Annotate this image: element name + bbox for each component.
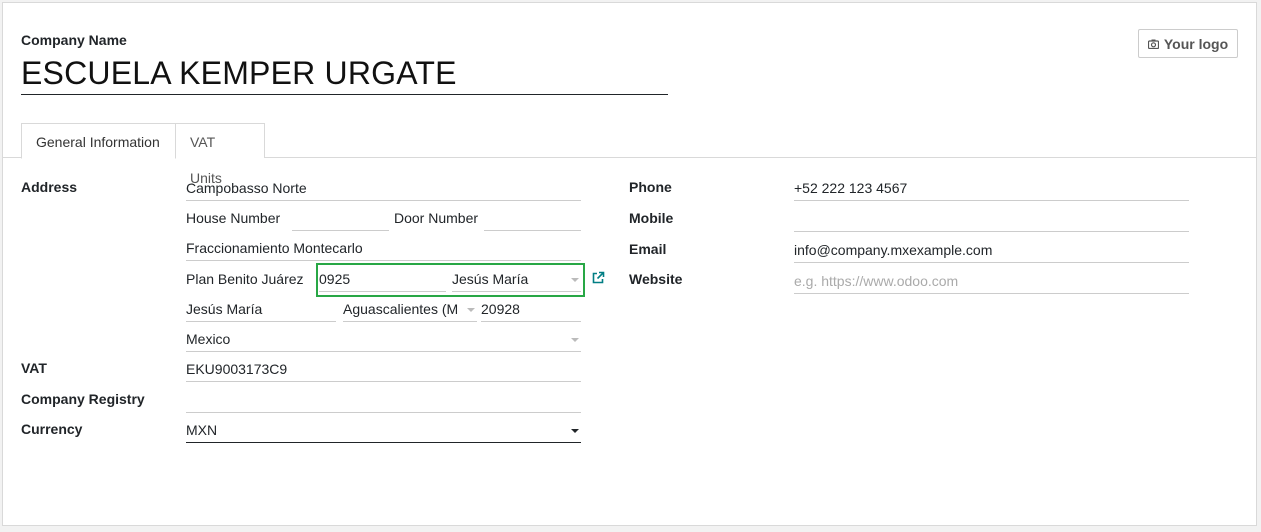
mobile-field[interactable] bbox=[794, 208, 1189, 232]
house-number-field[interactable] bbox=[292, 207, 389, 231]
country-select[interactable]: Mexico bbox=[186, 328, 581, 352]
zip-field[interactable]: 20928 bbox=[481, 298, 581, 322]
company-registry-label: Company Registry bbox=[21, 391, 145, 407]
company-form-sheet: Company Name ESCUELA KEMPER URGATE Your … bbox=[2, 2, 1257, 526]
company-name-input[interactable]: ESCUELA KEMPER URGATE bbox=[21, 52, 668, 95]
chevron-down-icon bbox=[571, 429, 579, 433]
email-label: Email bbox=[629, 241, 667, 257]
tab-vat-units[interactable]: VAT Units bbox=[175, 123, 265, 186]
highlight-box bbox=[316, 263, 585, 297]
state-select[interactable]: Aguascalientes (M bbox=[343, 298, 477, 322]
currency-value: MXN bbox=[186, 422, 218, 438]
vat-field[interactable]: EKU9003173C9 bbox=[186, 358, 581, 382]
state-value: Aguascalientes (M bbox=[343, 301, 459, 317]
address-label: Address bbox=[21, 179, 78, 195]
company-registry-field[interactable] bbox=[186, 389, 581, 413]
currency-select[interactable]: MXN bbox=[186, 419, 581, 443]
colony-field[interactable]: Plan Benito Juárez bbox=[186, 268, 311, 292]
email-field[interactable]: info@company.mxexample.com bbox=[794, 239, 1189, 263]
tab-general-information[interactable]: General Information bbox=[21, 123, 176, 159]
logo-button-label: Your logo bbox=[1163, 35, 1229, 52]
company-name-label: Company Name bbox=[21, 32, 127, 48]
street-field[interactable]: Campobasso Norte bbox=[186, 177, 581, 201]
mobile-label: Mobile bbox=[629, 210, 674, 226]
door-number-label: Door Number bbox=[394, 210, 479, 226]
camera-icon bbox=[1147, 36, 1159, 52]
logo-upload-button[interactable]: Your logo bbox=[1138, 29, 1238, 58]
external-link-icon[interactable] bbox=[591, 271, 605, 285]
door-number-field[interactable] bbox=[484, 207, 581, 231]
website-label: Website bbox=[629, 271, 683, 287]
street2-field[interactable]: Fraccionamiento Montecarlo bbox=[186, 237, 581, 261]
chevron-down-icon bbox=[571, 338, 579, 342]
chevron-down-icon bbox=[467, 308, 475, 312]
city-field[interactable]: Jesús María bbox=[186, 298, 336, 322]
house-number-label: House Number bbox=[186, 210, 281, 226]
phone-field[interactable]: +52 222 123 4567 bbox=[794, 177, 1189, 201]
currency-label: Currency bbox=[21, 421, 83, 437]
vat-label: VAT bbox=[21, 360, 47, 376]
country-value: Mexico bbox=[186, 331, 231, 347]
website-field[interactable]: e.g. https://www.odoo.com bbox=[794, 270, 1189, 294]
phone-label: Phone bbox=[629, 179, 672, 195]
